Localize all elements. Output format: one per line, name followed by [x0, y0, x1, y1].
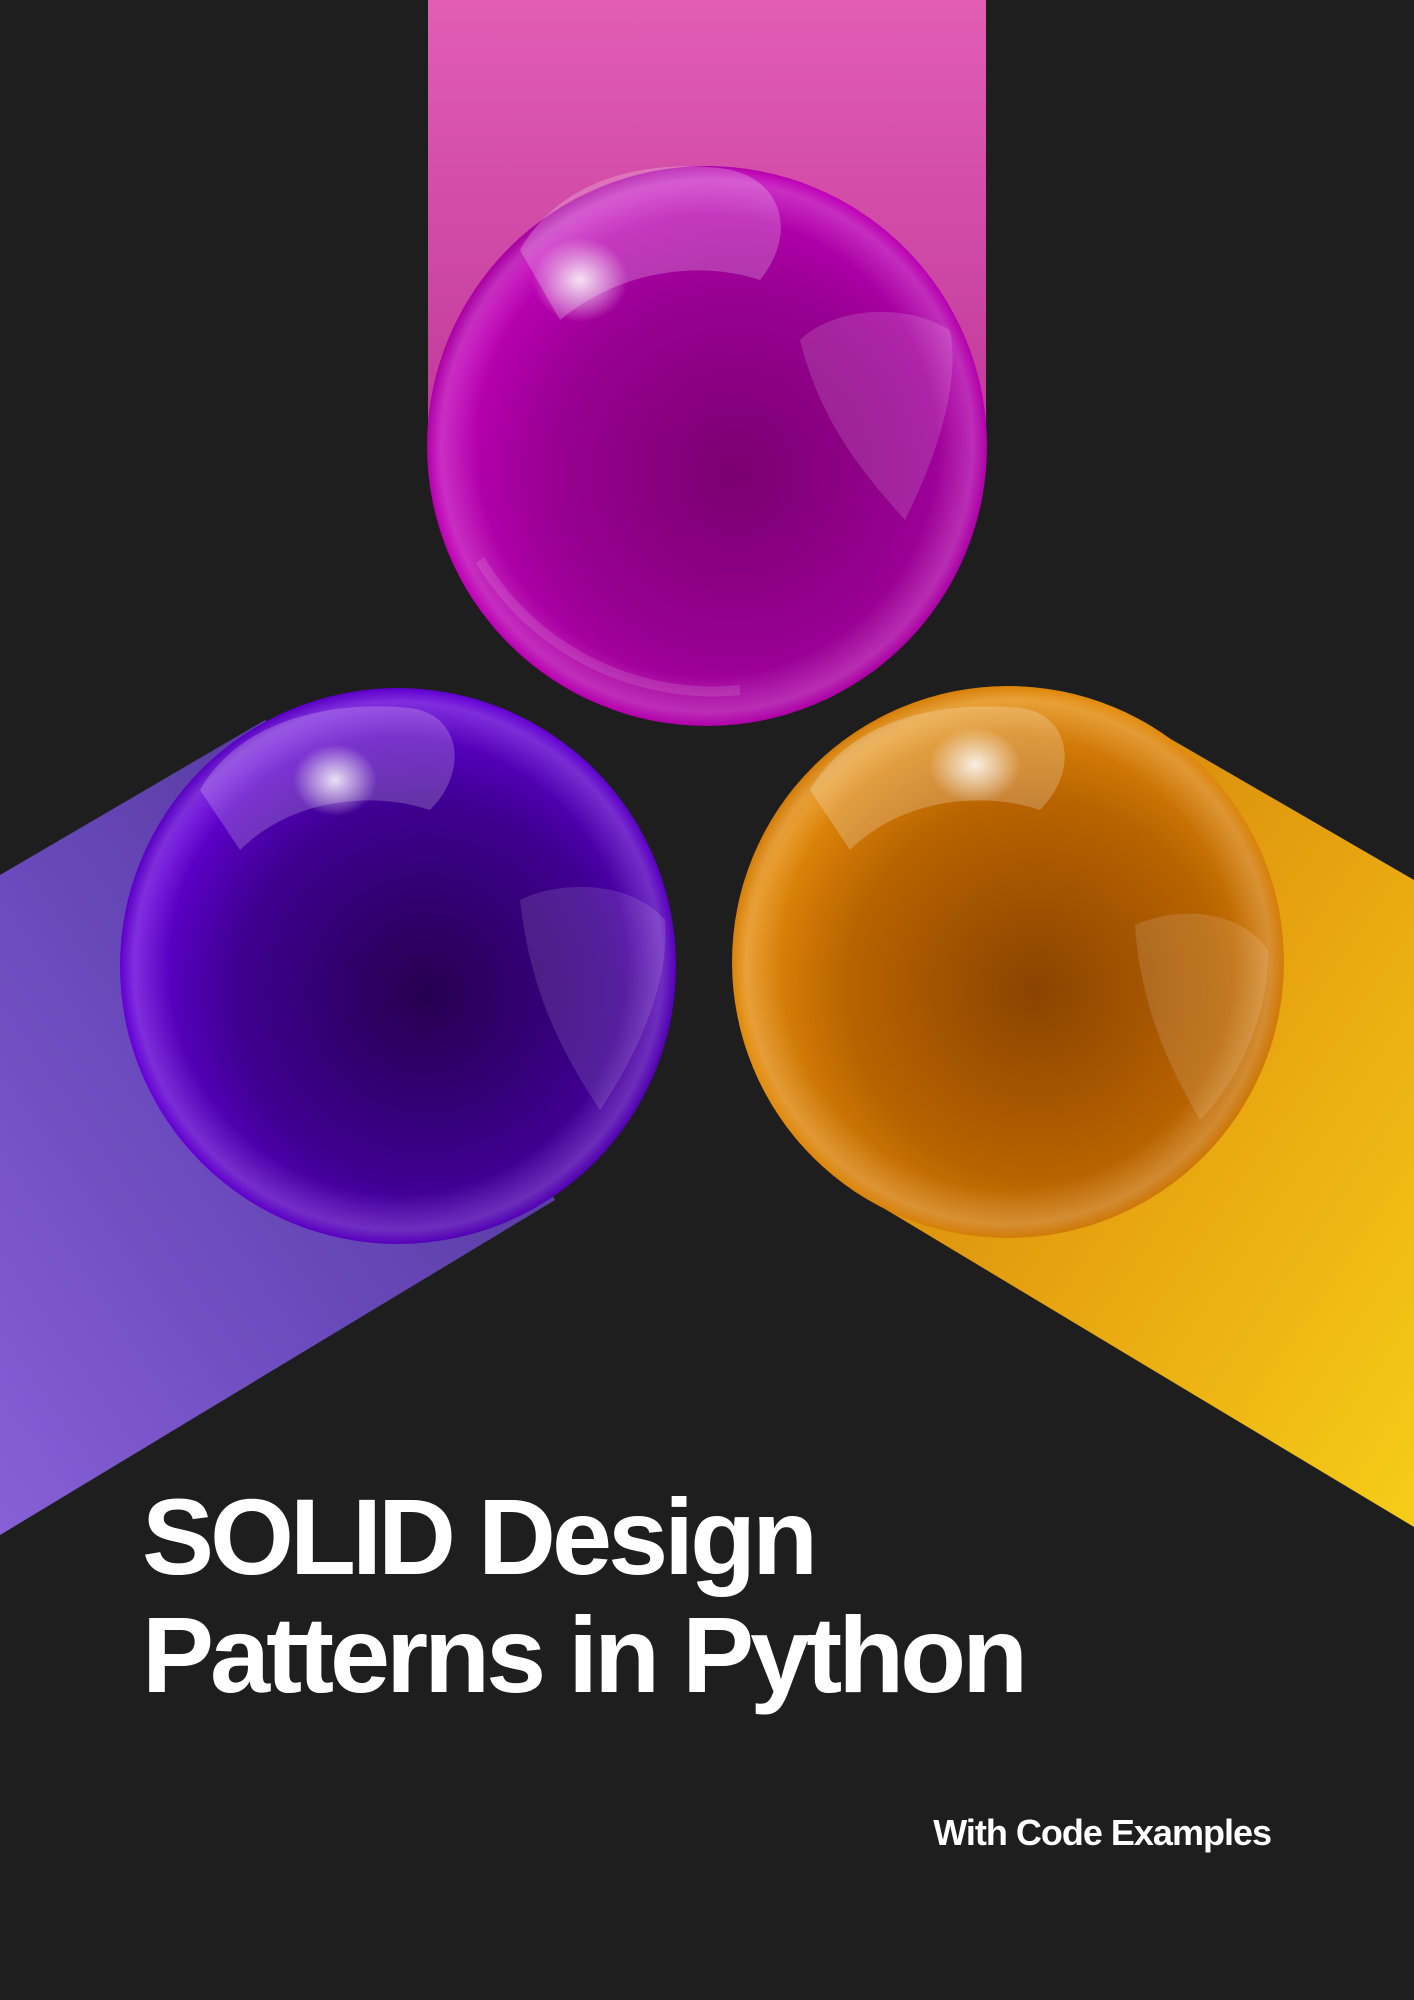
magenta-sphere [427, 166, 987, 726]
title-line-2: Patterns in Python [142, 1594, 1028, 1715]
book-subtitle: With Code Examples [933, 1812, 1272, 1853]
orange-sphere [732, 686, 1284, 1238]
title-line-1: SOLID Design [142, 1476, 818, 1597]
book-title: SOLID Design Patterns in Python [142, 1476, 1028, 1715]
violet-sphere [120, 688, 676, 1244]
book-cover: SOLID Design Patterns in Python With Cod… [0, 0, 1414, 2000]
